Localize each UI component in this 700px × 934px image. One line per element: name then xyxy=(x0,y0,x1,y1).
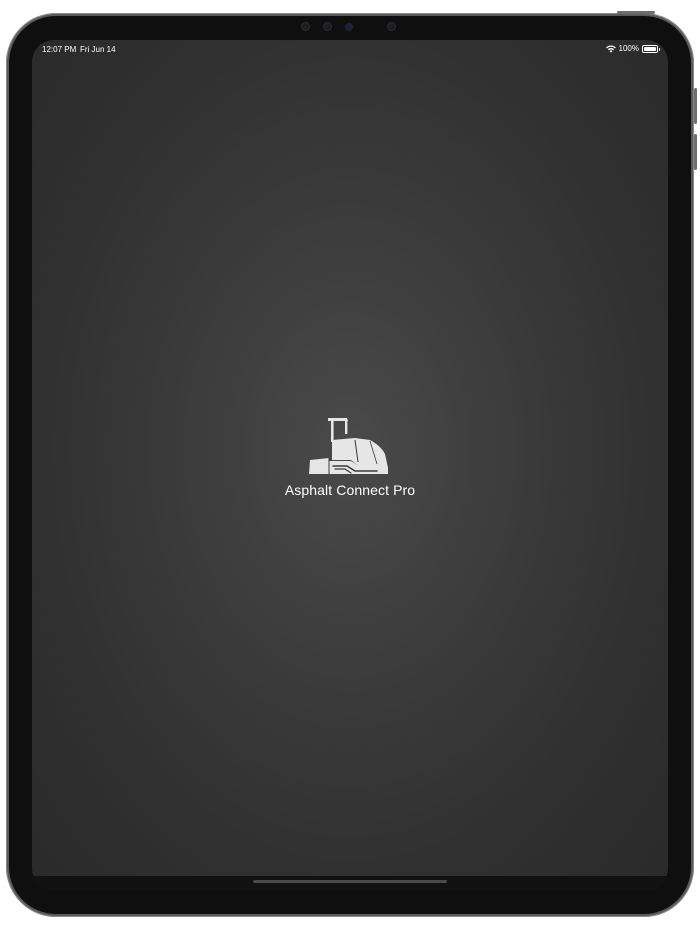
bottom-safe-area xyxy=(32,876,668,890)
status-indicators: 100% xyxy=(605,44,660,53)
top-power-button xyxy=(617,11,655,14)
front-sensor-right xyxy=(387,22,396,31)
asphalt-paver-icon xyxy=(309,418,388,474)
volume-down-button xyxy=(694,134,697,170)
battery-percentage: 100% xyxy=(618,44,639,53)
splash-content: Asphalt Connect Pro xyxy=(32,410,668,498)
front-sensor-left xyxy=(301,22,310,31)
volume-up-button xyxy=(694,88,697,124)
status-bar: 12:07 PM Fri Jun 14 100% xyxy=(32,40,668,60)
status-date: Fri Jun 14 xyxy=(80,45,116,54)
front-sensor xyxy=(323,22,332,31)
app-screen[interactable]: 12:07 PM Fri Jun 14 100% Asphalt Connect… xyxy=(32,40,668,890)
app-name-label: Asphalt Connect Pro xyxy=(284,482,416,498)
wifi-icon xyxy=(605,44,616,53)
status-time: 12:07 PM xyxy=(42,45,77,54)
front-camera-icon xyxy=(346,23,352,30)
battery-icon xyxy=(642,44,660,53)
home-indicator[interactable] xyxy=(253,880,447,883)
